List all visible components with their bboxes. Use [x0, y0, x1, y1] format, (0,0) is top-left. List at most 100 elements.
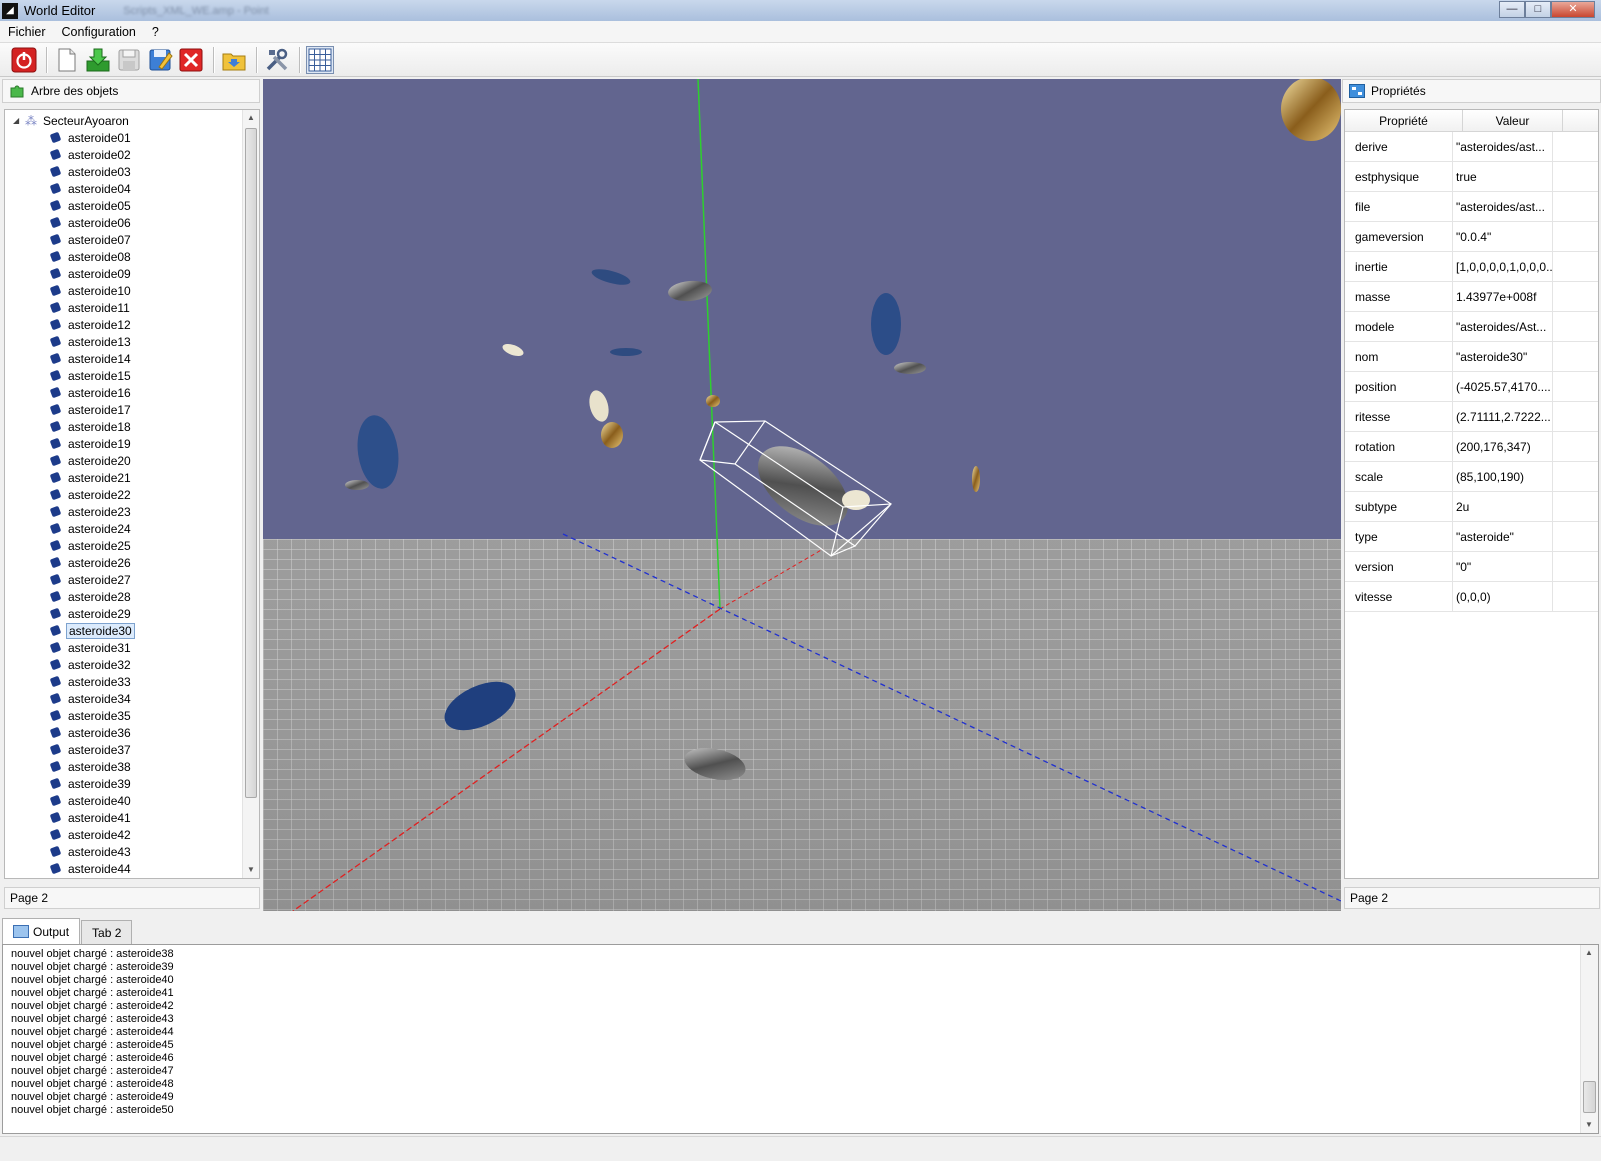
- property-value[interactable]: "asteroide30": [1453, 342, 1553, 371]
- tree-scrollbar[interactable]: ▲ ▼: [242, 110, 259, 878]
- property-row[interactable]: subtype 2u: [1345, 492, 1598, 522]
- property-value[interactable]: "asteroide": [1453, 522, 1553, 551]
- property-row[interactable]: masse 1.43977e+008f: [1345, 282, 1598, 312]
- maximize-button[interactable]: □: [1525, 1, 1551, 18]
- tree-item[interactable]: asteroide13: [5, 333, 241, 350]
- tree-item[interactable]: asteroide07: [5, 231, 241, 248]
- property-value[interactable]: "0": [1453, 552, 1553, 581]
- menu-fichier[interactable]: Fichier: [0, 25, 54, 39]
- tree-item[interactable]: asteroide25: [5, 537, 241, 554]
- tree-item[interactable]: asteroide40: [5, 792, 241, 809]
- property-value[interactable]: 2u: [1453, 492, 1553, 521]
- tree-item[interactable]: asteroide24: [5, 520, 241, 537]
- tree-item[interactable]: asteroide23: [5, 503, 241, 520]
- tree-item[interactable]: asteroide15: [5, 367, 241, 384]
- scroll-down-icon[interactable]: ▼: [243, 862, 259, 878]
- tree-item[interactable]: asteroide31: [5, 639, 241, 656]
- tree-item[interactable]: asteroide05: [5, 197, 241, 214]
- property-row[interactable]: file "asteroides/ast...: [1345, 192, 1598, 222]
- property-row[interactable]: modele "asteroides/Ast...: [1345, 312, 1598, 342]
- tree-item[interactable]: asteroide08: [5, 248, 241, 265]
- tree-item[interactable]: asteroide42: [5, 826, 241, 843]
- object-tree[interactable]: ◢ ⁂ SecteurAyoaron asteroide01 asteroide0…: [4, 109, 260, 879]
- tab-2[interactable]: Tab 2: [81, 920, 133, 944]
- tree-item[interactable]: asteroide16: [5, 384, 241, 401]
- tree-item[interactable]: asteroide10: [5, 282, 241, 299]
- property-value[interactable]: "asteroides/ast...: [1453, 132, 1553, 161]
- tree-item[interactable]: asteroide17: [5, 401, 241, 418]
- tree-item[interactable]: asteroide06: [5, 214, 241, 231]
- tree-item[interactable]: asteroide21: [5, 469, 241, 486]
- tree-item[interactable]: asteroide14: [5, 350, 241, 367]
- property-value[interactable]: true: [1453, 162, 1553, 191]
- property-row[interactable]: scale (85,100,190): [1345, 462, 1598, 492]
- tree-item[interactable]: asteroide34: [5, 690, 241, 707]
- save-as-button[interactable]: [146, 46, 174, 74]
- property-row[interactable]: rotation (200,176,347): [1345, 432, 1598, 462]
- column-header-property[interactable]: Propriété: [1345, 110, 1463, 131]
- tree-item[interactable]: asteroide19: [5, 435, 241, 452]
- tree-item[interactable]: asteroide26: [5, 554, 241, 571]
- property-value[interactable]: 1.43977e+008f: [1453, 282, 1553, 311]
- property-value[interactable]: (200,176,347): [1453, 432, 1553, 461]
- tree-item[interactable]: asteroide45: [5, 877, 241, 878]
- output-scroll-down-icon[interactable]: ▼: [1581, 1117, 1597, 1133]
- menu-configuration[interactable]: Configuration: [54, 25, 144, 39]
- grid-toggle-button[interactable]: [306, 45, 334, 74]
- tree-item[interactable]: asteroide33: [5, 673, 241, 690]
- output-scrollbar[interactable]: ▲ ▼: [1580, 945, 1598, 1133]
- tree-item[interactable]: asteroide22: [5, 486, 241, 503]
- property-value[interactable]: "asteroides/ast...: [1453, 192, 1553, 221]
- tree-item[interactable]: asteroide28: [5, 588, 241, 605]
- collapse-arrow-icon[interactable]: ◢: [13, 116, 25, 125]
- quit-button[interactable]: [10, 46, 38, 74]
- menu-help[interactable]: ?: [144, 25, 167, 39]
- property-value[interactable]: (85,100,190): [1453, 462, 1553, 491]
- save-button[interactable]: [115, 46, 143, 74]
- property-value[interactable]: (0,0,0): [1453, 582, 1553, 611]
- property-value[interactable]: (2.71111,2.7222...: [1453, 402, 1553, 431]
- property-row[interactable]: type "asteroide": [1345, 522, 1598, 552]
- property-row[interactable]: derive "asteroides/ast...: [1345, 132, 1598, 162]
- property-row[interactable]: version "0": [1345, 552, 1598, 582]
- output-console[interactable]: nouvel objet chargé : asteroide38 nouvel …: [2, 944, 1599, 1134]
- tree-item[interactable]: asteroide38: [5, 758, 241, 775]
- delete-button[interactable]: [177, 46, 205, 74]
- tree-item[interactable]: asteroide04: [5, 180, 241, 197]
- 3d-viewport[interactable]: [263, 79, 1341, 911]
- load-button[interactable]: [84, 46, 112, 74]
- output-scroll-thumb[interactable]: [1583, 1081, 1596, 1113]
- tree-item[interactable]: asteroide20: [5, 452, 241, 469]
- tree-root[interactable]: ◢ ⁂ SecteurAyoaron: [5, 112, 241, 129]
- properties-table[interactable]: Propriété Valeur derive "asteroides/ast..…: [1344, 109, 1599, 879]
- tree-item[interactable]: asteroide27: [5, 571, 241, 588]
- property-row[interactable]: estphysique true: [1345, 162, 1598, 192]
- tree-item[interactable]: asteroide11: [5, 299, 241, 316]
- tree-item[interactable]: asteroide41: [5, 809, 241, 826]
- tree-item[interactable]: asteroide30: [5, 622, 241, 639]
- tree-item[interactable]: asteroide09: [5, 265, 241, 282]
- tree-item[interactable]: asteroide43: [5, 843, 241, 860]
- tree-item[interactable]: asteroide01: [5, 129, 241, 146]
- tree-item[interactable]: asteroide18: [5, 418, 241, 435]
- property-row[interactable]: ritesse (2.71111,2.7222...: [1345, 402, 1598, 432]
- tab-output[interactable]: Output: [2, 918, 81, 944]
- tree-item[interactable]: asteroide32: [5, 656, 241, 673]
- property-row[interactable]: position (-4025.57,4170....: [1345, 372, 1598, 402]
- tree-item[interactable]: asteroide03: [5, 163, 241, 180]
- tree-item[interactable]: asteroide39: [5, 775, 241, 792]
- column-header-value[interactable]: Valeur: [1463, 110, 1563, 131]
- tools-button[interactable]: [263, 46, 291, 74]
- tree-item[interactable]: asteroide44: [5, 860, 241, 877]
- tree-item[interactable]: asteroide37: [5, 741, 241, 758]
- tree-item[interactable]: asteroide02: [5, 146, 241, 163]
- property-value[interactable]: "asteroides/Ast...: [1453, 312, 1553, 341]
- output-scroll-up-icon[interactable]: ▲: [1581, 945, 1597, 961]
- tree-item[interactable]: asteroide29: [5, 605, 241, 622]
- scroll-up-icon[interactable]: ▲: [243, 110, 259, 126]
- close-button[interactable]: ✕: [1551, 1, 1595, 18]
- property-row[interactable]: nom "asteroide30": [1345, 342, 1598, 372]
- tree-scroll-thumb[interactable]: [245, 128, 257, 798]
- minimize-button[interactable]: —: [1499, 1, 1525, 18]
- property-value[interactable]: "0.0.4": [1453, 222, 1553, 251]
